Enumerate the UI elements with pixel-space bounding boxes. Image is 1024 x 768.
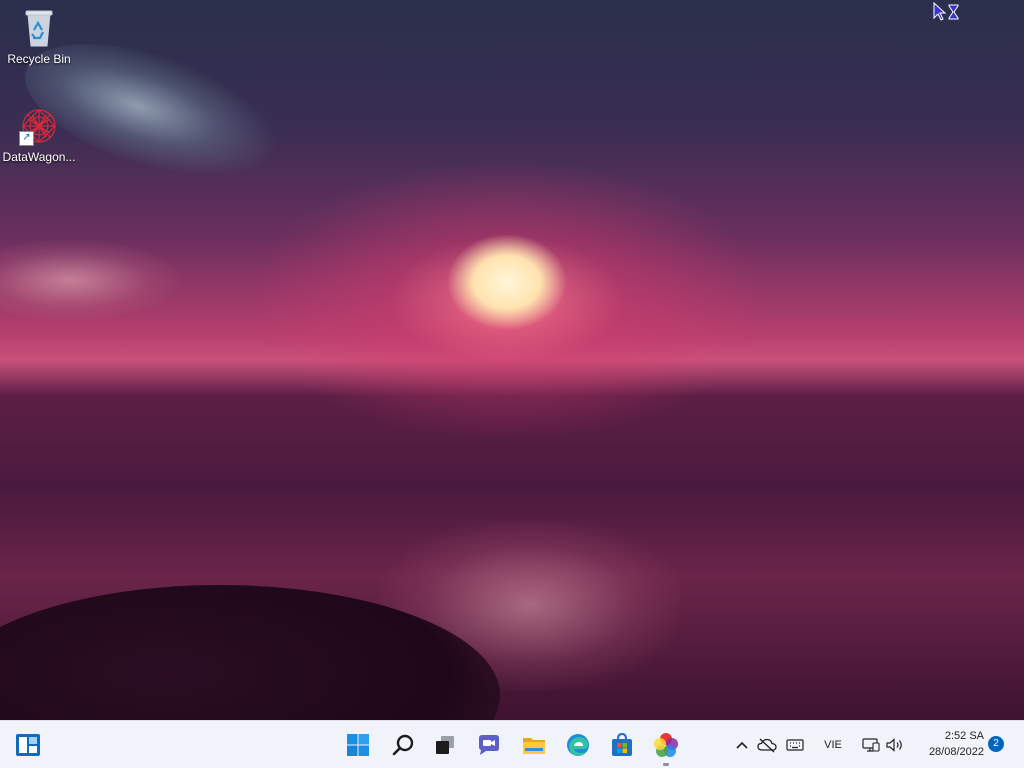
tray-language-button[interactable]: VIE [819, 735, 847, 755]
photos-app-icon [654, 733, 678, 757]
keyboard-icon [786, 739, 804, 751]
desktop-icon-label: Recycle Bin [7, 52, 71, 66]
edge-browser-icon [567, 734, 589, 756]
tray-touch-keyboard-button[interactable] [786, 735, 804, 755]
taskbar-edge-button[interactable] [562, 729, 594, 761]
taskbar-widgets-button[interactable] [12, 729, 44, 761]
desktop-icon-recycle-bin[interactable]: Recycle Bin [1, 8, 77, 66]
tray-onedrive-button[interactable] [757, 735, 777, 755]
notification-count-badge[interactable]: 2 [988, 736, 1004, 752]
busy-cursor-icon [933, 1, 963, 22]
taskbar-start-button[interactable] [342, 729, 374, 761]
clock-date: 28/08/2022 [928, 746, 984, 758]
taskbar-chat-button[interactable] [473, 729, 505, 761]
store-icon [612, 732, 632, 756]
clock-time: 2:52 SA [944, 730, 984, 742]
search-icon [392, 734, 414, 756]
shortcut-arrow-icon: ↗ [19, 131, 34, 146]
tray-overflow-button[interactable] [734, 735, 750, 755]
taskbar-task-view-button[interactable] [429, 729, 461, 761]
taskbar-search-button[interactable] [387, 729, 419, 761]
running-indicator [663, 763, 669, 766]
desktop-wallpaper: Recycle Bin ↗ DataWagon... [0, 0, 1024, 720]
tray-network-button[interactable] [861, 735, 881, 755]
speaker-icon [886, 738, 902, 752]
recycle-bin-icon [19, 8, 59, 48]
tray-volume-button[interactable] [884, 735, 906, 755]
folder-icon [523, 738, 545, 754]
taskbar-file-explorer-button[interactable] [518, 729, 550, 761]
windows-start-icon [347, 734, 369, 756]
widgets-icon [16, 734, 40, 756]
wallpaper-cloud [0, 240, 180, 320]
desktop-icon-datawagon[interactable]: ↗ DataWagon... [1, 106, 77, 164]
datawagon-app-icon: ↗ [19, 106, 59, 146]
taskbar-photos-button[interactable] [650, 729, 682, 766]
chat-icon [479, 735, 499, 755]
task-view-icon [436, 736, 454, 754]
taskbar-store-button[interactable] [606, 729, 638, 761]
cloud-offline-icon [757, 738, 777, 753]
taskbar: VIE 2:52 SA 28/08/2022 2 [0, 720, 1024, 768]
chevron-up-icon [736, 741, 748, 749]
language-indicator: VIE [824, 739, 842, 751]
desktop-icon-label: DataWagon... [2, 150, 76, 164]
taskbar-clock[interactable]: 2:52 SA 28/08/2022 [910, 728, 984, 760]
network-icon [862, 738, 880, 752]
